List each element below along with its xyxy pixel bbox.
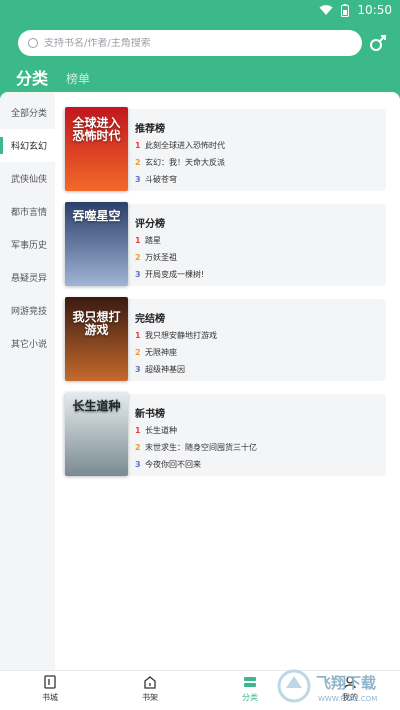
ranking-card[interactable]: 吞噬星空评分榜 1 踏星 2 万妖圣祖 3 开局变成一棵树! <box>62 202 386 287</box>
sidebar-item[interactable]: 全部分类 <box>0 96 55 129</box>
search-icon <box>28 38 38 48</box>
ranking-item[interactable]: 3 开局变成一棵树! <box>135 266 375 283</box>
rank-number: 3 <box>135 460 141 469</box>
rank-number: 2 <box>135 253 141 262</box>
rank-number: 2 <box>135 158 141 167</box>
ranking-item[interactable]: 2 无限神座 <box>135 344 375 361</box>
ranking-item[interactable]: 2 玄幻：我！天命大反派 <box>135 154 375 171</box>
wifi-icon <box>319 5 333 15</box>
sidebar-item[interactable]: 科幻玄幻 <box>0 129 55 162</box>
cover-title: 长生道种 <box>72 399 121 413</box>
ranking-item[interactable]: 3 斗破苍穹 <box>135 171 375 188</box>
rank-number: 3 <box>135 365 141 374</box>
book-cover[interactable]: 我只想打游戏 <box>65 297 128 381</box>
ranking-item[interactable]: 2 末世求生：随身空间囤货三十亿 <box>135 439 375 456</box>
sidebar-item[interactable]: 武侠仙侠 <box>0 162 55 195</box>
ranking-title: 新书榜 <box>135 409 165 420</box>
rank-number: 1 <box>135 141 141 150</box>
content-panel: 全部分类 科幻玄幻 武侠仙侠 都市言情 军事历史 悬疑灵异 网游竞技 其它小说 全球进入恐怖时… <box>0 92 400 670</box>
rank-number: 1 <box>135 426 141 435</box>
book-name: 开局变成一棵树! <box>145 270 205 279</box>
tab-ranking[interactable]: 榜单 <box>66 70 90 89</box>
ranking-card[interactable]: 我只想打游戏 完结榜 1 我只想安静地打游戏 2 无限神座 3 超级神基因 <box>62 297 386 382</box>
bookshelf-icon <box>143 675 157 689</box>
rank-number: 1 <box>135 331 141 340</box>
svg-text:飞翔下载: 飞翔下载 <box>316 674 376 692</box>
rank-number: 3 <box>135 175 141 184</box>
category-sidebar: 全部分类 科幻玄幻 武侠仙侠 都市言情 军事历史 悬疑灵异 网游竞技 其它小说 <box>0 92 55 670</box>
sidebar-item[interactable]: 其它小说 <box>0 327 55 360</box>
search-input[interactable] <box>44 37 344 49</box>
book-name: 末世求生：随身空间囤货三十亿 <box>145 443 257 452</box>
book-name: 玄幻：我！天命大反派 <box>145 158 225 167</box>
book-name: 我只想安静地打游戏 <box>145 331 217 340</box>
book-name: 超级神基因 <box>145 365 185 374</box>
status-time: 10:50 <box>357 3 392 17</box>
rank-number: 3 <box>135 270 141 279</box>
ranking-item[interactable]: 3 超级神基因 <box>135 361 375 378</box>
ranking-item[interactable]: 2 万妖圣祖 <box>135 249 375 266</box>
sidebar-item[interactable]: 悬疑灵异 <box>0 261 55 294</box>
nav-label: 书城 <box>42 693 58 702</box>
book-name: 长生道种 <box>145 426 177 435</box>
book-name: 斗破苍穹 <box>145 175 177 184</box>
ranking-list: 全球进入恐怖时代 推荐榜 1 此刻全球进入恐怖时代 2 玄幻：我！天命大反派 3 斗破苍穹吞噬… <box>62 107 386 487</box>
ranking-item[interactable]: 1 我只想安静地打游戏 <box>135 327 375 344</box>
nav-item[interactable]: 分类 <box>220 675 280 703</box>
ranking-item[interactable]: 1 踏星 <box>135 232 375 249</box>
rank-number: 2 <box>135 348 141 357</box>
watermark-logo: 飞翔下载 WWW.FXXZ.COM <box>277 669 377 703</box>
ranking-item[interactable]: 1 此刻全球进入恐怖时代 <box>135 137 375 154</box>
nav-label: 分类 <box>242 693 258 702</box>
cover-title: 我只想打游戏 <box>72 310 121 337</box>
status-bar: 10:50 <box>0 0 400 20</box>
sidebar-item[interactable]: 网游竞技 <box>0 294 55 327</box>
ranking-item[interactable]: 3 今夜你回不回来 <box>135 456 375 473</box>
book-name: 无限神座 <box>145 348 177 357</box>
search-bar[interactable] <box>18 30 362 56</box>
cover-title: 吞噬星空 <box>72 209 121 223</box>
gender-switch-icon[interactable] <box>368 33 388 53</box>
book-name: 今夜你回不回来 <box>145 460 201 469</box>
ranking-item[interactable]: 1 长生道种 <box>135 422 375 439</box>
sidebar-item[interactable]: 军事历史 <box>0 228 55 261</box>
rank-number: 2 <box>135 443 141 452</box>
nav-item[interactable]: 书架 <box>120 675 180 703</box>
top-tabs: 分类 榜单 <box>16 65 90 89</box>
sidebar-item[interactable]: 都市言情 <box>0 195 55 228</box>
book-name: 万妖圣祖 <box>145 253 177 262</box>
tab-category[interactable]: 分类 <box>16 65 48 89</box>
book-cover[interactable]: 长生道种 <box>65 392 128 476</box>
svg-text:WWW.FXXZ.COM: WWW.FXXZ.COM <box>318 695 377 703</box>
rank-number: 1 <box>135 236 141 245</box>
book-cover[interactable]: 吞噬星空 <box>65 202 128 286</box>
ranking-card[interactable]: 长生道种 新书榜 1 长生道种 2 末世求生：随身空间囤货三十亿 3 今夜你回不回来 <box>62 392 386 477</box>
book-city-icon <box>43 675 57 689</box>
category-icon <box>243 675 257 689</box>
book-cover[interactable]: 全球进入恐怖时代 <box>65 107 128 191</box>
book-name: 此刻全球进入恐怖时代 <box>145 141 225 150</box>
ranking-title: 推荐榜 <box>135 124 165 135</box>
nav-item[interactable]: 书城 <box>20 675 80 703</box>
ranking-title: 评分榜 <box>135 219 165 230</box>
battery-icon <box>341 3 350 17</box>
cover-title: 全球进入恐怖时代 <box>72 116 121 143</box>
ranking-card[interactable]: 全球进入恐怖时代 推荐榜 1 此刻全球进入恐怖时代 2 玄幻：我！天命大反派 3 斗破苍穹 <box>62 107 386 192</box>
ranking-title: 完结榜 <box>135 314 165 325</box>
book-name: 踏星 <box>145 236 161 245</box>
nav-label: 书架 <box>142 693 158 702</box>
